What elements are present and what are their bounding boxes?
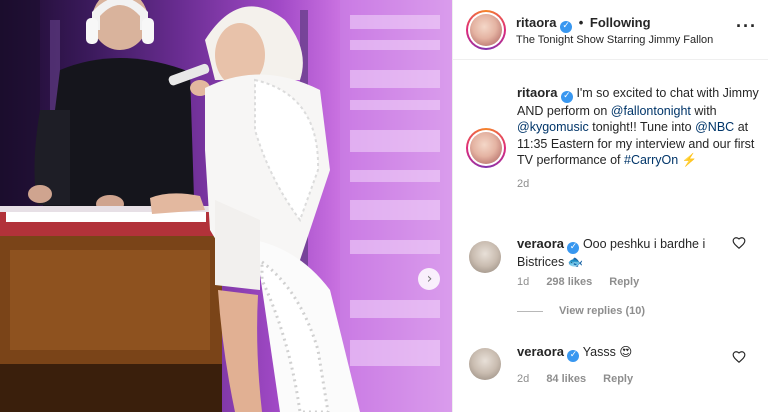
hashtag-carryon[interactable]: #CarryOn [624, 153, 678, 167]
commenter-avatar[interactable] [469, 241, 501, 273]
mention-kygomusic[interactable]: @kygomusic [517, 120, 589, 134]
comment-likes[interactable]: 298 likes [546, 276, 592, 288]
verified-badge-icon: ✓ [560, 90, 573, 103]
verified-badge-icon: ✓ [567, 241, 580, 254]
comment-1: veraora ✓ Ooo peshku i bardhe i Bistrice… [517, 235, 727, 271]
comment-likes[interactable]: 84 likes [546, 373, 586, 385]
verified-badge-icon: ✓ [567, 349, 580, 362]
comment-text: Yasss 😍 [582, 345, 633, 359]
divider-line [517, 310, 543, 312]
comment-1-meta: 1d 298 likes Reply [517, 276, 653, 288]
caption-emoji: ⚡️ [681, 153, 698, 167]
view-replies-label: View replies (10) [559, 305, 646, 317]
separator-dot: • [578, 15, 584, 30]
following-button[interactable]: Following [590, 15, 651, 30]
comment-timestamp[interactable]: 1d [517, 276, 529, 288]
caption-avatar[interactable] [466, 128, 506, 168]
comment-timestamp[interactable]: 2d [517, 373, 529, 385]
author-username[interactable]: ritaora [516, 15, 556, 30]
post-header: ritaora ✓ • Following The Tonight Show S… [453, 0, 768, 60]
post-location[interactable]: The Tonight Show Starring Jimmy Fallon [516, 34, 713, 46]
caption-author[interactable]: ritaora [517, 85, 557, 100]
stage-performance-image [0, 0, 452, 412]
reply-button[interactable]: Reply [603, 373, 633, 385]
comment-author[interactable]: veraora [517, 236, 564, 251]
like-heart-icon[interactable] [732, 350, 746, 364]
comment-author[interactable]: veraora [517, 344, 564, 359]
mention-fallontonight[interactable]: @fallontonight [611, 104, 691, 118]
header-author-row: ritaora ✓ • Following [516, 15, 651, 33]
like-heart-icon[interactable] [732, 236, 746, 250]
comment-2: veraora ✓ Yasss 😍 [517, 343, 727, 362]
author-avatar[interactable] [466, 10, 506, 50]
caption-timestamp[interactable]: 2d [517, 178, 529, 190]
view-replies-button[interactable]: View replies (10) [517, 305, 645, 317]
post-photo[interactable]: › [0, 0, 452, 412]
chevron-right-icon: › [426, 271, 433, 287]
caption-text-3: tonight!! Tune into [592, 120, 692, 134]
reply-button[interactable]: Reply [609, 276, 639, 288]
caption-text-2: with [694, 103, 717, 118]
verified-badge-icon: ✓ [560, 20, 573, 33]
more-options-icon[interactable]: ··· [736, 17, 757, 35]
mention-nbc[interactable]: @NBC [695, 120, 734, 134]
comment-2-meta: 2d 84 likes Reply [517, 373, 647, 385]
post-caption: ritaora ✓ I'm so excited to chat with Ji… [517, 85, 762, 192]
next-photo-button[interactable]: › [418, 268, 440, 290]
commenter-avatar[interactable] [469, 348, 501, 380]
post-sidebar: ritaora ✓ • Following The Tonight Show S… [452, 0, 768, 412]
